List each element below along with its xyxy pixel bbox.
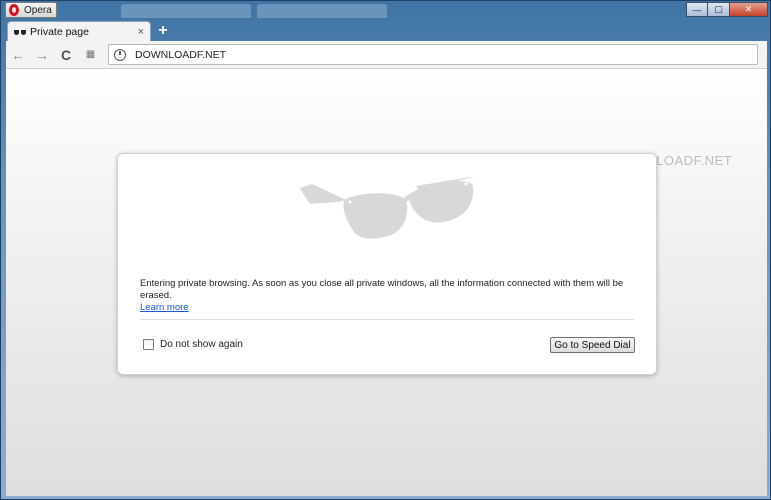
dialog-message-block: Entering private browsing. As soon as yo… — [140, 278, 640, 314]
close-window-button[interactable]: ✕ — [730, 2, 768, 17]
forward-button[interactable]: → — [30, 43, 54, 67]
background-window-ghost — [121, 4, 387, 18]
back-button[interactable]: ← — [6, 43, 30, 67]
window-controls: — ▢ ✕ — [686, 2, 768, 17]
private-browsing-message: Entering private browsing. As soon as yo… — [140, 278, 624, 301]
tab-private-page[interactable]: Private page × — [7, 21, 151, 41]
learn-more-link[interactable]: Learn more — [140, 302, 189, 313]
navigation-toolbar: ← → C ▦ DOWNLOADF.NET — [6, 41, 767, 69]
go-to-speed-dial-button[interactable]: Go to Speed Dial — [550, 337, 635, 353]
ghost-tab — [121, 4, 251, 18]
tab-strip: Private page × + — [1, 19, 771, 41]
do-not-show-again-option[interactable]: Do not show again — [143, 339, 243, 350]
address-bar[interactable]: DOWNLOADF.NET — [108, 44, 758, 65]
private-browsing-dialog: Entering private browsing. As soon as yo… — [117, 153, 657, 375]
opera-menu-button[interactable]: Opera — [5, 2, 57, 18]
minimize-button[interactable]: — — [686, 2, 708, 17]
clock-icon — [114, 48, 126, 61]
new-tab-button[interactable]: + — [154, 22, 172, 40]
maximize-button[interactable]: ▢ — [708, 2, 730, 17]
do-not-show-again-label: Do not show again — [160, 339, 243, 350]
reload-button[interactable]: C — [54, 43, 78, 67]
ghost-tab — [257, 4, 387, 18]
title-bar: Opera — ▢ ✕ — [1, 1, 771, 19]
sunglasses-icon — [300, 176, 476, 239]
opera-logo-icon — [9, 4, 19, 16]
tab-close-button[interactable]: × — [138, 26, 144, 38]
browser-window: Opera — ▢ ✕ Private page × + ← → C ▦ DOW… — [0, 0, 771, 500]
speed-dial-button[interactable]: ▦ — [78, 43, 102, 67]
tab-title: Private page — [30, 25, 89, 38]
opera-menu-label: Opera — [24, 4, 52, 16]
private-glasses-icon — [14, 28, 26, 36]
dialog-divider — [140, 319, 634, 320]
address-text: DOWNLOADF.NET — [135, 48, 227, 61]
do-not-show-again-checkbox[interactable] — [143, 339, 154, 350]
